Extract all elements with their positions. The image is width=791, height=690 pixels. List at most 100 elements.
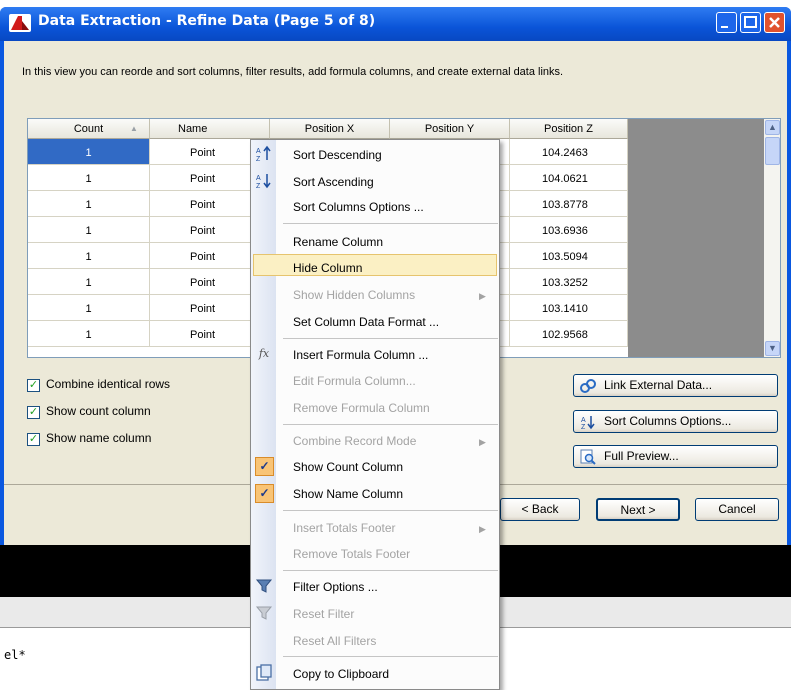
sort-ascending-indicator-icon: ▲ [130, 124, 138, 133]
column-header-name[interactable]: Name [150, 119, 270, 139]
submenu-arrow-icon: ▶ [479, 437, 486, 447]
minimize-button[interactable] [716, 12, 737, 33]
back-button[interactable]: < Back [500, 498, 580, 521]
show-name-column-label: Show name column [46, 431, 152, 445]
menu-sort-ascending[interactable]: Sort Ascending [293, 175, 374, 189]
show-name-column-check-icon: ✓ [255, 484, 274, 503]
show-count-column-checkbox[interactable]: ✓ [27, 406, 40, 419]
column-header-position-x[interactable]: Position X [270, 119, 390, 139]
table-cell[interactable]: 104.0621 [510, 165, 628, 191]
table-cell[interactable]: 103.3252 [510, 269, 628, 295]
show-count-column-check-icon: ✓ [255, 457, 274, 476]
filter-funnel-icon [255, 579, 273, 593]
column-header-count-label: Count [73, 123, 104, 135]
menu-sort-descending[interactable]: Sort Descending [293, 148, 382, 162]
menu-separator [283, 656, 498, 657]
menu-remove-formula-column[interactable]: Remove Formula Column [293, 401, 430, 415]
vertical-scrollbar[interactable]: ▲ ▼ [764, 119, 780, 357]
table-cell[interactable]: 103.8778 [510, 191, 628, 217]
table-cell[interactable]: 104.2463 [510, 139, 628, 165]
copy-clipboard-icon [256, 664, 272, 681]
menu-combine-record-mode[interactable]: Combine Record Mode [293, 434, 416, 448]
autocad-app-icon [9, 14, 31, 32]
menu-show-count-column[interactable]: Show Count Column [293, 460, 403, 474]
menu-item-highlight [253, 254, 497, 276]
close-icon [769, 17, 780, 28]
page-description: In this view you can reorde and sort col… [22, 66, 564, 78]
formula-fx-icon: fx [258, 347, 270, 360]
combine-identical-rows-label: Combine identical rows [46, 377, 171, 391]
svg-text:Z: Z [256, 156, 261, 163]
maximize-button[interactable] [740, 12, 761, 33]
menu-filter-options[interactable]: Filter Options ... [293, 580, 378, 594]
svg-text:A: A [581, 417, 586, 424]
menu-show-name-column[interactable]: Show Name Column [293, 487, 403, 501]
scroll-up-icon[interactable]: ▲ [765, 120, 780, 135]
column-context-menu: A Z Sort Descending A Z Sort Ascending S… [250, 139, 500, 690]
table-cell[interactable]: 1 [28, 243, 150, 269]
sort-columns-options-label: Sort Columns Options... [604, 414, 732, 428]
menu-reset-filter[interactable]: Reset Filter [293, 607, 354, 621]
menu-insert-totals-footer[interactable]: Insert Totals Footer [293, 521, 396, 535]
svg-text:Z: Z [581, 424, 586, 430]
next-button[interactable]: Next > [596, 498, 680, 521]
svg-text:A: A [256, 175, 261, 182]
link-external-data-icon [580, 379, 596, 393]
sort-columns-options-button[interactable]: A Z Sort Columns Options... [573, 410, 778, 433]
show-name-column-checkbox[interactable]: ✓ [27, 433, 40, 446]
menu-reset-all-filters[interactable]: Reset All Filters [293, 634, 376, 648]
show-count-column-label: Show count column [46, 404, 151, 418]
column-header-position-y[interactable]: Position Y [390, 119, 510, 139]
menu-separator [283, 510, 498, 511]
table-cell[interactable]: 1 [28, 217, 150, 243]
menu-edit-formula-column[interactable]: Edit Formula Column... [293, 374, 416, 388]
combine-identical-rows-checkbox[interactable]: ✓ [27, 379, 40, 392]
menu-set-column-data-format[interactable]: Set Column Data Format ... [293, 315, 439, 329]
minimize-icon [721, 26, 728, 28]
table-cell[interactable]: 103.6936 [510, 217, 628, 243]
menu-hide-column[interactable]: Hide Column [293, 261, 362, 275]
scroll-thumb[interactable] [765, 137, 780, 165]
close-button[interactable] [764, 12, 785, 33]
column-header-count[interactable]: Count ▲ [28, 119, 150, 139]
sort-ascending-icon: A Z [256, 174, 271, 190]
svg-text:Z: Z [256, 183, 261, 190]
menu-separator [283, 424, 498, 425]
reset-filter-icon [255, 606, 273, 620]
column-header-position-z[interactable]: Position Z [510, 119, 628, 139]
menu-separator [283, 338, 498, 339]
sort-descending-icon: A Z [256, 145, 271, 163]
window-title: Data Extraction - Refine Data (Page 5 of… [38, 13, 376, 29]
menu-insert-formula-column[interactable]: Insert Formula Column ... [293, 348, 428, 362]
menu-show-hidden-columns[interactable]: Show Hidden Columns [293, 288, 415, 302]
menu-separator [283, 223, 498, 224]
table-cell[interactable]: 103.1410 [510, 295, 628, 321]
table-cell[interactable]: 1 [28, 139, 150, 165]
scroll-down-icon[interactable]: ▼ [765, 341, 780, 356]
link-external-data-button[interactable]: Link External Data... [573, 374, 778, 397]
menu-rename-column[interactable]: Rename Column [293, 235, 383, 249]
table-cell[interactable]: 1 [28, 295, 150, 321]
svg-text:A: A [256, 148, 261, 155]
table-cell[interactable]: 1 [28, 321, 150, 347]
submenu-arrow-icon: ▶ [479, 291, 486, 301]
table-cell[interactable]: 1 [28, 191, 150, 217]
cancel-button[interactable]: Cancel [695, 498, 779, 521]
menu-remove-totals-footer[interactable]: Remove Totals Footer [293, 547, 410, 561]
table-cell[interactable]: 103.5094 [510, 243, 628, 269]
grid-empty-area [628, 119, 764, 357]
table-cell[interactable]: 1 [28, 165, 150, 191]
command-line-text: el* [4, 648, 26, 662]
submenu-arrow-icon: ▶ [479, 524, 486, 534]
menu-copy-to-clipboard[interactable]: Copy to Clipboard [293, 667, 389, 681]
maximize-icon [744, 16, 757, 28]
sort-icon: A Z [581, 416, 595, 430]
link-external-data-label: Link External Data... [604, 378, 713, 392]
menu-separator [283, 570, 498, 571]
preview-magnifier-icon [580, 449, 596, 465]
full-preview-button[interactable]: Full Preview... [573, 445, 778, 468]
table-cell[interactable]: 1 [28, 269, 150, 295]
menu-sort-columns-options[interactable]: Sort Columns Options ... [293, 200, 424, 214]
full-preview-label: Full Preview... [604, 449, 679, 463]
table-cell[interactable]: 102.9568 [510, 321, 628, 347]
